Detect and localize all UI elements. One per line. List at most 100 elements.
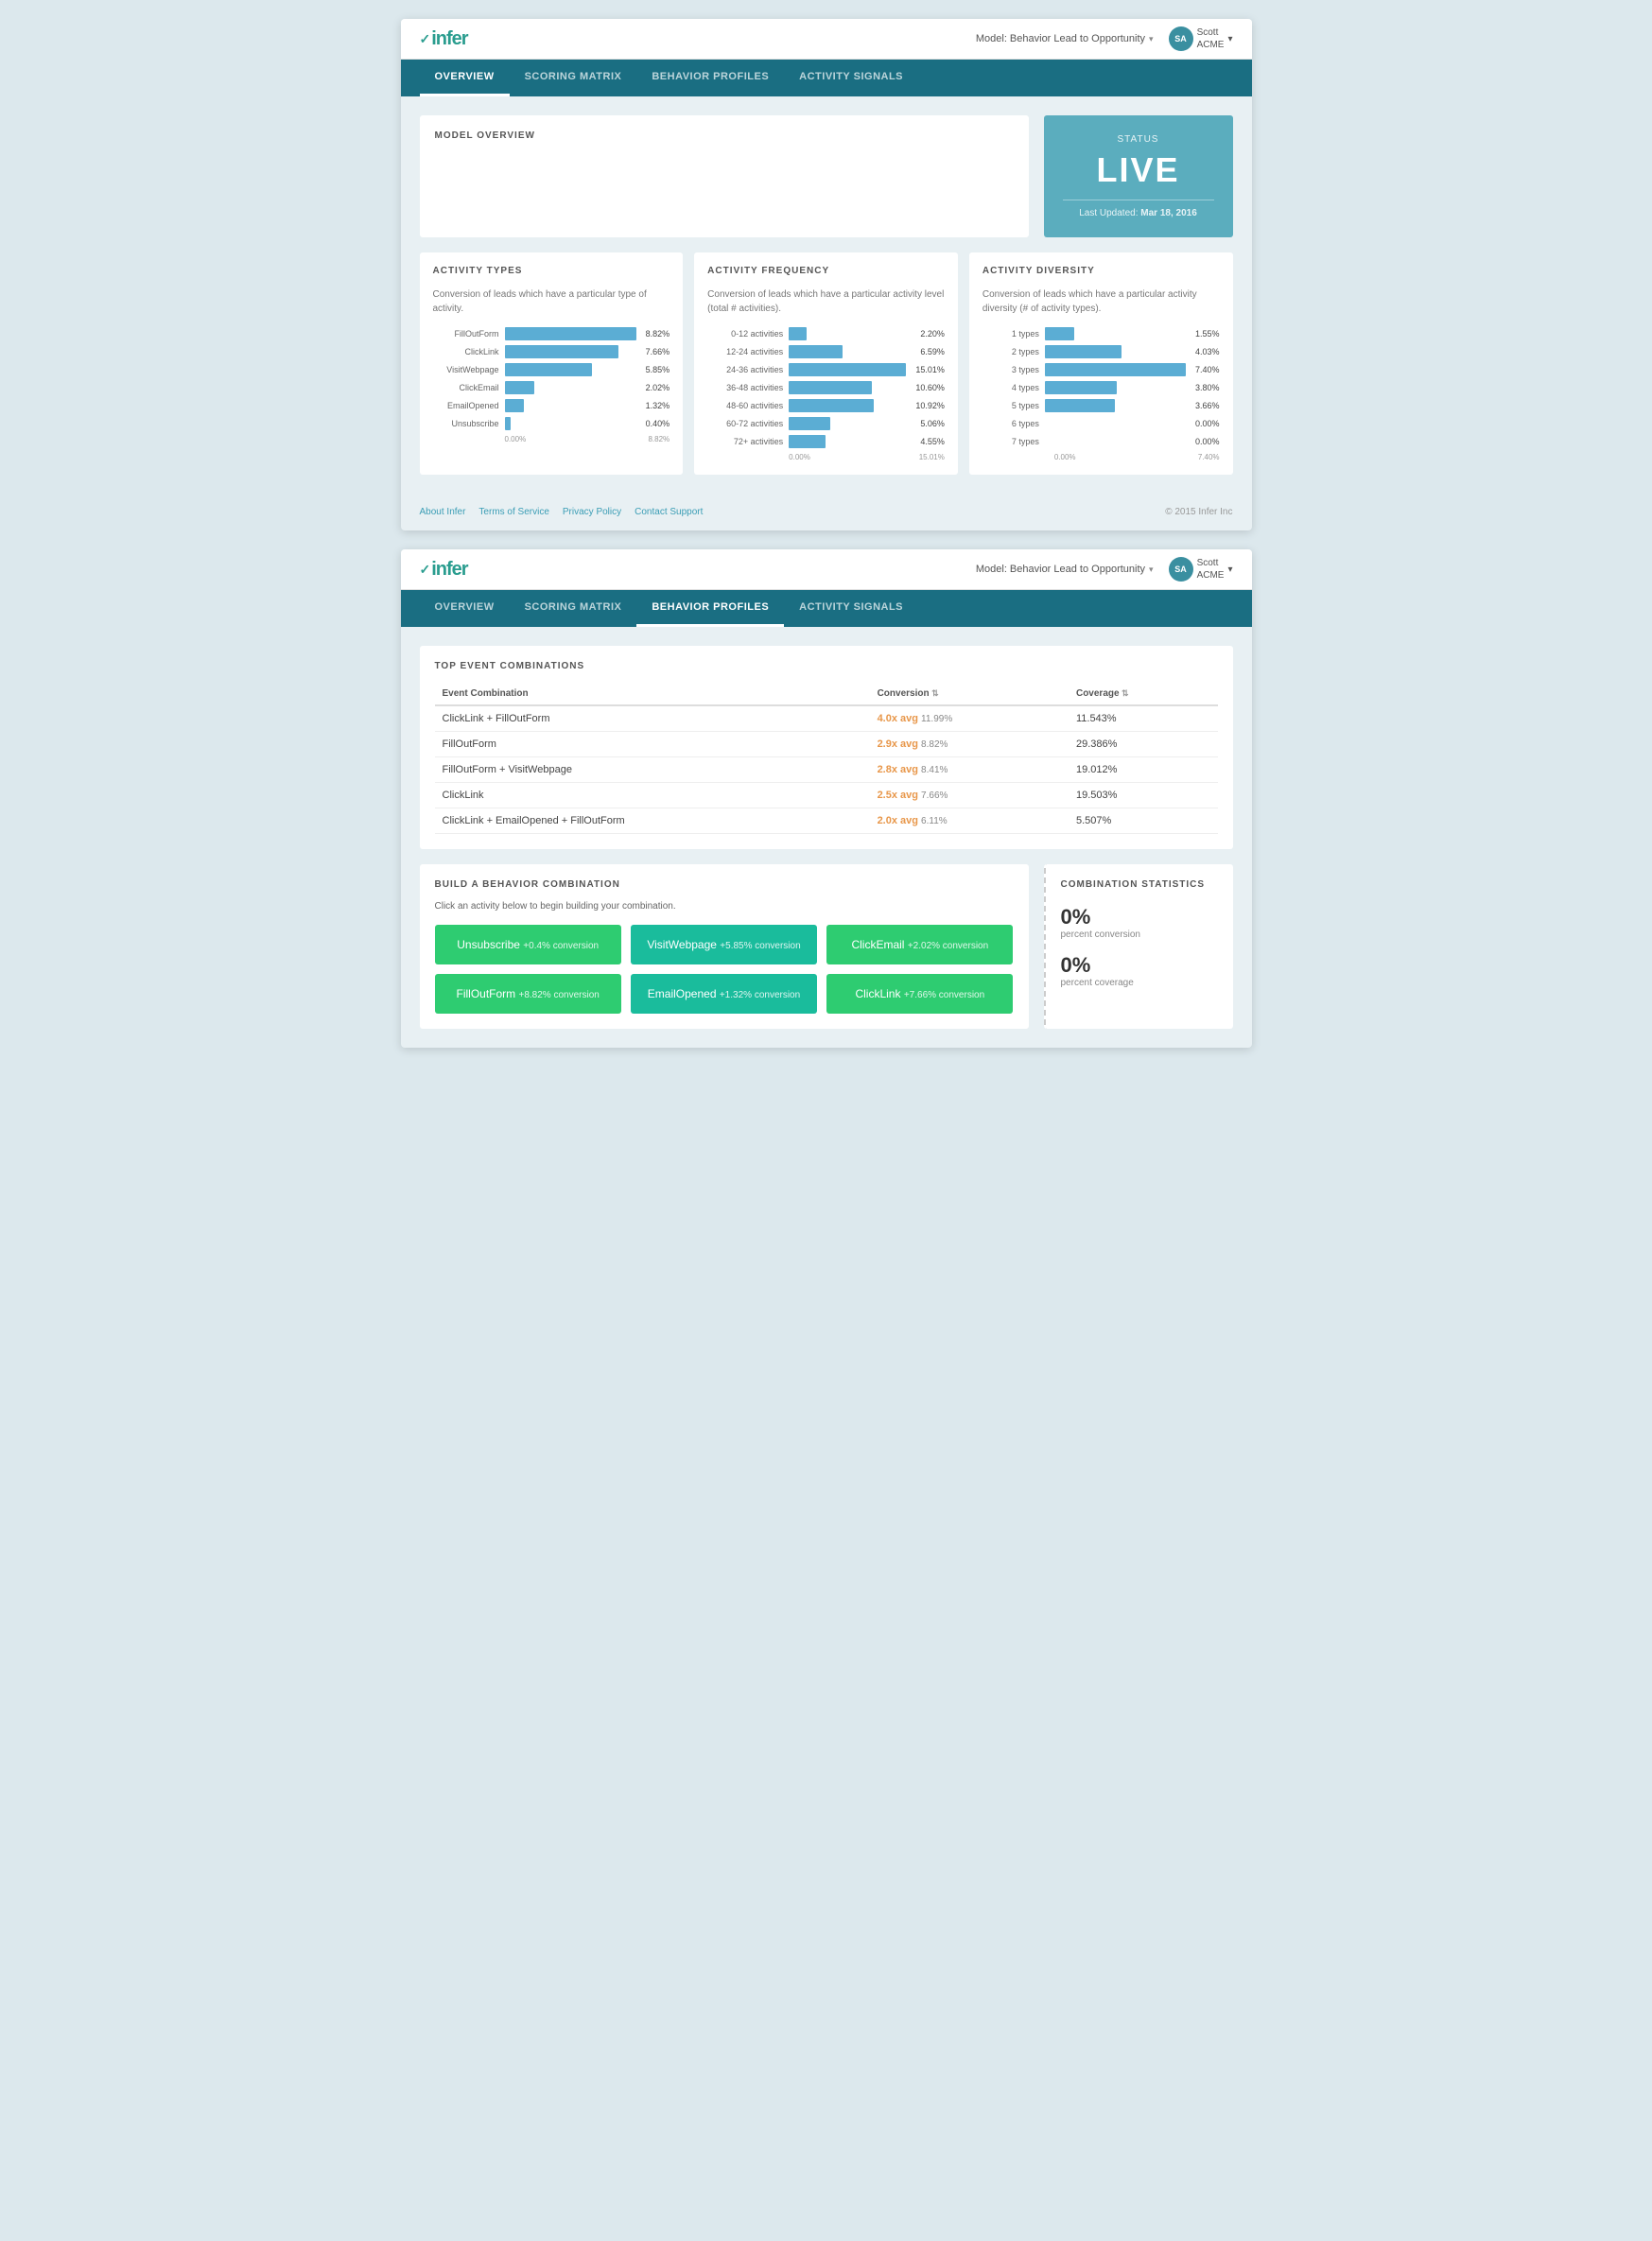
bar-fill xyxy=(1045,345,1122,358)
top-bar-right-1: Model: Behavior Lead to Opportunity ▾ SA… xyxy=(976,26,1233,51)
tab-overview-2[interactable]: OVERVIEW xyxy=(420,590,510,627)
tab-activity-signals-1[interactable]: ACTIVITY SIGNALS xyxy=(784,60,918,96)
tab-scoring-matrix-2[interactable]: SCORING MATRIX xyxy=(510,590,637,627)
table-row: ClickLink 2.5x avg 7.66% 19.503% xyxy=(435,783,1218,808)
bar-value: 4.55% xyxy=(920,437,945,446)
activity-diversity-card: ACTIVITY DIVERSITY Conversion of leads w… xyxy=(969,252,1233,475)
bar-fill xyxy=(505,363,592,376)
bar-track xyxy=(505,363,636,376)
bar-value: 0.00% xyxy=(1195,419,1220,428)
model-selector-1[interactable]: Model: Behavior Lead to Opportunity ▾ xyxy=(976,33,1154,44)
chevron-down-icon-1: ▾ xyxy=(1149,34,1154,44)
activity-button[interactable]: ClickLink +7.66% conversion xyxy=(826,974,1013,1014)
activity-btn-name: ClickEmail xyxy=(851,938,904,951)
bar-track xyxy=(1045,435,1186,448)
event-name: ClickLink xyxy=(435,783,870,808)
tab-scoring-matrix-1[interactable]: SCORING MATRIX xyxy=(510,60,637,96)
footer-1: About Infer Terms of Service Privacy Pol… xyxy=(401,494,1252,530)
bar-track xyxy=(789,345,911,358)
bar-track xyxy=(1045,399,1186,412)
bar-fill xyxy=(789,381,872,394)
table-row: ClickLink + EmailOpened + FillOutForm 2.… xyxy=(435,808,1218,834)
activity-button[interactable]: EmailOpened +1.32% conversion xyxy=(631,974,817,1014)
bar-label: 24-36 activities xyxy=(707,365,783,374)
bar-value: 3.80% xyxy=(1195,383,1220,392)
status-live-value: LIVE xyxy=(1063,150,1214,190)
activity-button[interactable]: ClickEmail +2.02% conversion xyxy=(826,925,1013,964)
activity-frequency-desc: Conversion of leads which have a particu… xyxy=(707,287,945,316)
activity-frequency-card: ACTIVITY FREQUENCY Conversion of leads w… xyxy=(694,252,958,475)
tab-behavior-profiles-2[interactable]: BEHAVIOR PROFILES xyxy=(636,590,784,627)
bar-value: 10.60% xyxy=(915,383,945,392)
activity-btn-conv: +0.4% conversion xyxy=(523,941,599,951)
logo-1: ✓ infer xyxy=(420,28,468,50)
footer-link-terms[interactable]: Terms of Service xyxy=(478,507,548,517)
footer-link-about[interactable]: About Infer xyxy=(420,507,466,517)
col-conversion[interactable]: Conversion xyxy=(870,683,1069,705)
build-desc: Click an activity below to begin buildin… xyxy=(435,901,1014,912)
activity-button[interactable]: VisitWebpage +5.85% conversion xyxy=(631,925,817,964)
activity-button[interactable]: FillOutForm +8.82% conversion xyxy=(435,974,621,1014)
chevron-down-icon-2: ▾ xyxy=(1149,565,1154,575)
bar-track xyxy=(505,399,636,412)
logo-text-2: infer xyxy=(431,559,467,581)
activity-types-card: ACTIVITY TYPES Conversion of leads which… xyxy=(420,252,684,475)
stat-conversion-value: 0% xyxy=(1061,905,1218,929)
activity-btn-conv: +8.82% conversion xyxy=(519,990,600,1000)
bar-fill xyxy=(1045,399,1115,412)
event-name: FillOutForm xyxy=(435,732,870,757)
bar-fill xyxy=(789,435,826,448)
bar-label: Unsubscribe xyxy=(433,419,499,428)
model-selector-2[interactable]: Model: Behavior Lead to Opportunity ▾ xyxy=(976,564,1154,575)
bar-row: 4 types 3.80% xyxy=(983,381,1220,394)
footer-link-privacy[interactable]: Privacy Policy xyxy=(563,507,621,517)
user-name-1: Scott xyxy=(1197,26,1225,39)
bar-fill xyxy=(1045,381,1118,394)
bar-value: 4.03% xyxy=(1195,347,1220,356)
bar-label: EmailOpened xyxy=(433,401,499,410)
event-coverage: 19.012% xyxy=(1069,757,1218,783)
bar-row: 72+ activities 4.55% xyxy=(707,435,945,448)
bar-label: 72+ activities xyxy=(707,437,783,446)
logo-check-icon-2: ✓ xyxy=(420,562,430,578)
activity-types-desc: Conversion of leads which have a particu… xyxy=(433,287,670,316)
bar-row: 0-12 activities 2.20% xyxy=(707,327,945,340)
event-coverage: 5.507% xyxy=(1069,808,1218,834)
activity-types-chart: FillOutForm 8.82% ClickLink 7.66% VisitW… xyxy=(433,327,670,430)
top-bar-1: ✓ infer Model: Behavior Lead to Opportun… xyxy=(401,19,1252,60)
tab-overview-1[interactable]: OVERVIEW xyxy=(420,60,510,96)
bar-label: 1 types xyxy=(983,329,1039,339)
activity-btn-conv: +2.02% conversion xyxy=(908,941,988,951)
tab-activity-signals-2[interactable]: ACTIVITY SIGNALS xyxy=(784,590,918,627)
user-badge-1[interactable]: SA Scott ACME ▾ xyxy=(1169,26,1233,51)
footer-links: About Infer Terms of Service Privacy Pol… xyxy=(420,507,704,517)
col-coverage[interactable]: Coverage xyxy=(1069,683,1218,705)
screen-1: ✓ infer Model: Behavior Lead to Opportun… xyxy=(401,19,1252,530)
bar-value: 7.66% xyxy=(646,347,670,356)
bar-row: 36-48 activities 10.60% xyxy=(707,381,945,394)
bar-row: 7 types 0.00% xyxy=(983,435,1220,448)
table-row: ClickLink + FillOutForm 4.0x avg 11.99% … xyxy=(435,705,1218,732)
bar-fill xyxy=(505,381,535,394)
bar-row: 24-36 activities 15.01% xyxy=(707,363,945,376)
event-name: ClickLink + FillOutForm xyxy=(435,705,870,732)
user-badge-2[interactable]: SA Scott ACME ▾ xyxy=(1169,557,1233,582)
tab-behavior-profiles-1[interactable]: BEHAVIOR PROFILES xyxy=(636,60,784,96)
avatar-1: SA xyxy=(1169,26,1193,51)
bar-row: 60-72 activities 5.06% xyxy=(707,417,945,430)
bar-row: FillOutForm 8.82% xyxy=(433,327,670,340)
bar-track xyxy=(1045,327,1186,340)
bar-label: 60-72 activities xyxy=(707,419,783,428)
bar-label: 6 types xyxy=(983,419,1039,428)
footer-link-contact[interactable]: Contact Support xyxy=(635,507,703,517)
avatar-2: SA xyxy=(1169,557,1193,582)
bar-value: 8.82% xyxy=(646,329,670,339)
stats-title: COMBINATION STATISTICS xyxy=(1061,879,1218,890)
bar-label: VisitWebpage xyxy=(433,365,499,374)
screen-2: ✓ infer Model: Behavior Lead to Opportun… xyxy=(401,549,1252,1048)
activity-diversity-desc: Conversion of leads which have a particu… xyxy=(983,287,1220,316)
bar-row: ClickLink 7.66% xyxy=(433,345,670,358)
user-chevron-icon-2: ▾ xyxy=(1227,565,1232,575)
bar-track xyxy=(505,417,636,430)
activity-button[interactable]: Unsubscribe +0.4% conversion xyxy=(435,925,621,964)
